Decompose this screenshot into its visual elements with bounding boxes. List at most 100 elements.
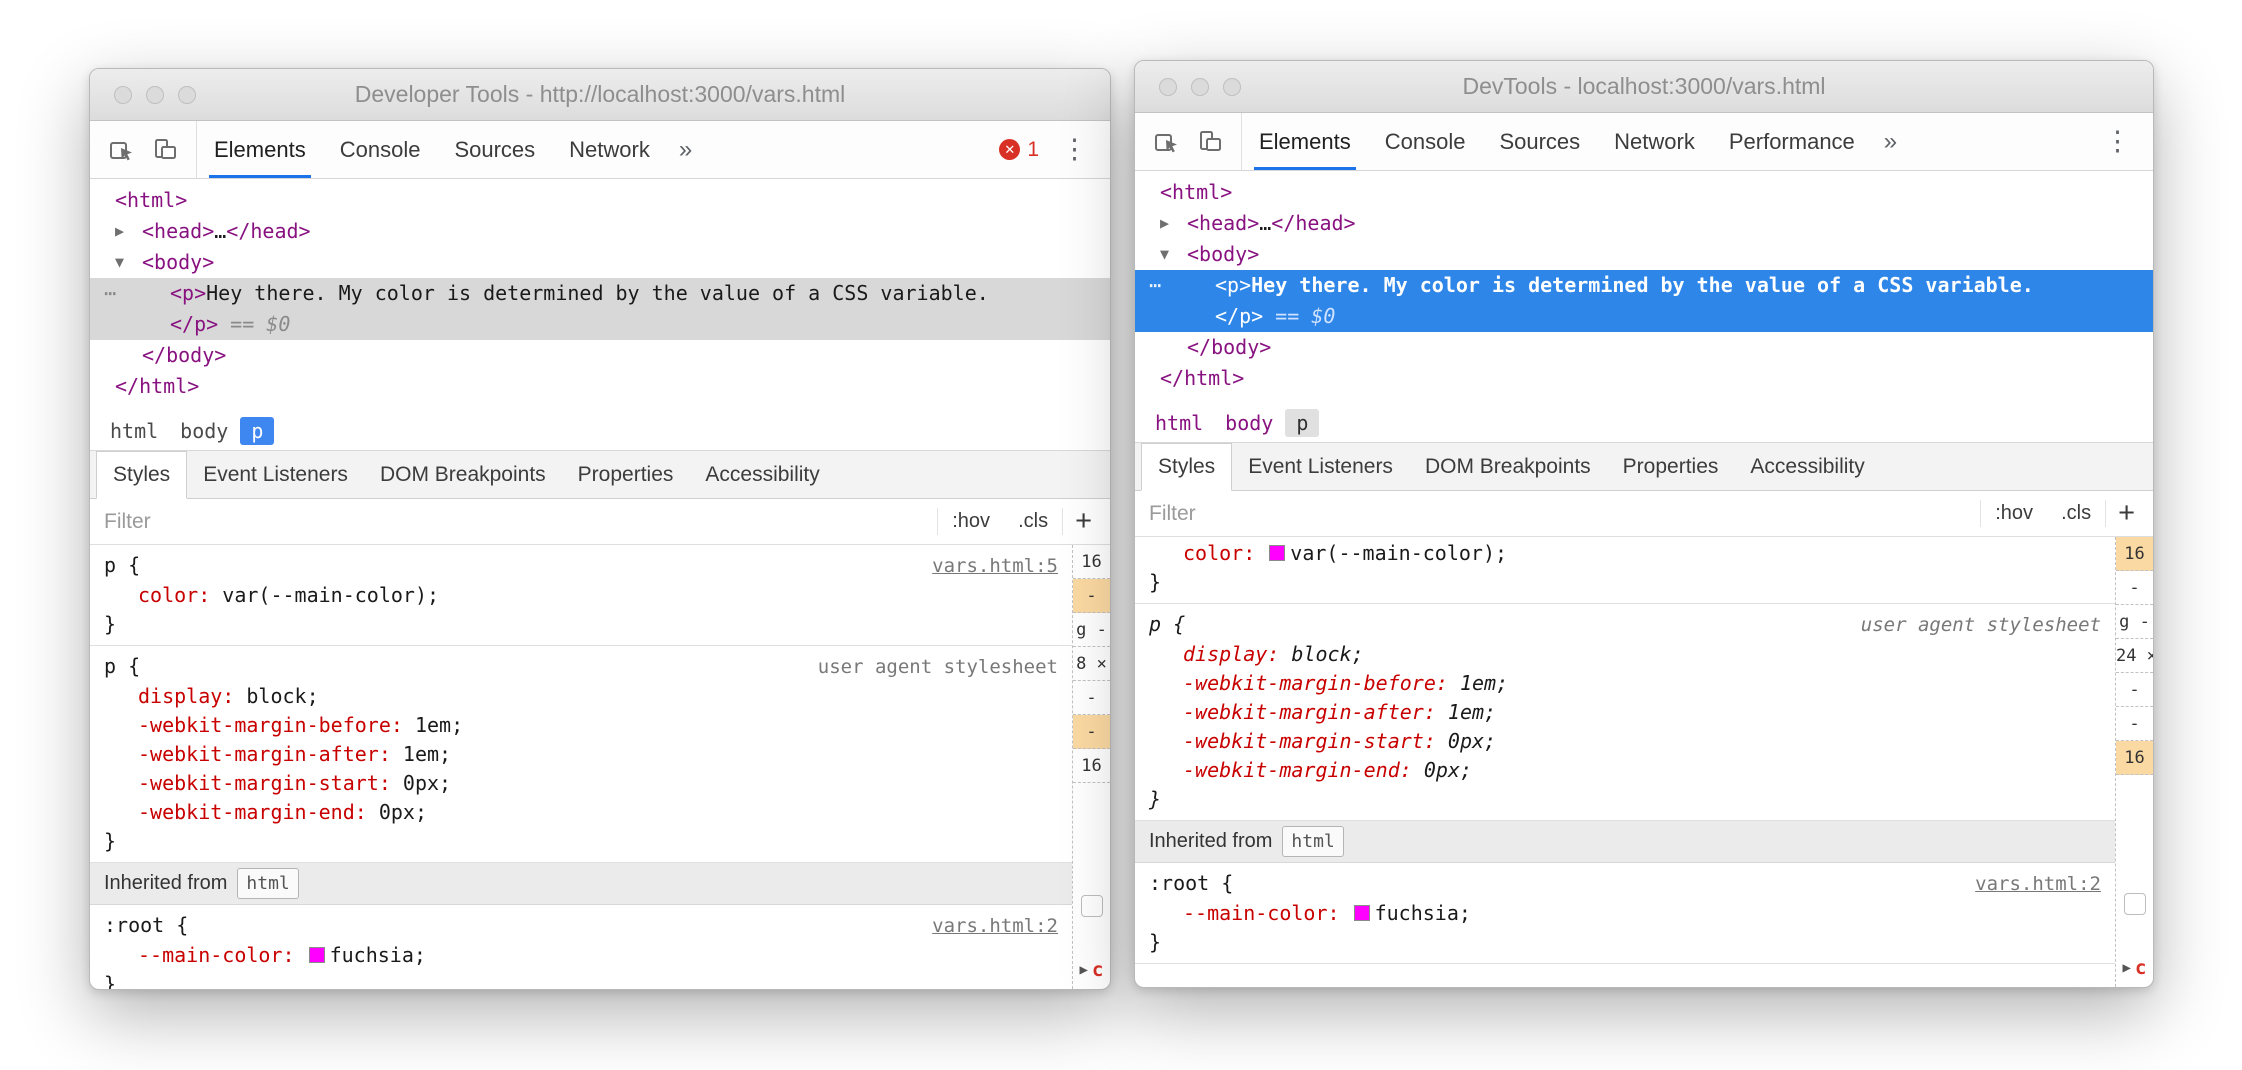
tab-properties[interactable]: Properties xyxy=(562,451,690,498)
expand-arrow-icon[interactable]: ▶ xyxy=(115,216,142,247)
tab-elements[interactable]: Elements xyxy=(1242,113,1368,170)
css-declaration[interactable]: -webkit-margin-start: 0px; xyxy=(1149,727,2101,756)
tab-performance[interactable]: Performance xyxy=(1712,113,1872,170)
tab-dom-breakpoints[interactable]: DOM Breakpoints xyxy=(364,451,562,498)
tab-properties[interactable]: Properties xyxy=(1607,443,1735,490)
dom-node-body-close[interactable]: </body> xyxy=(1135,332,2153,363)
toggle-class-button[interactable]: .cls xyxy=(2047,500,2105,528)
node-options-icon[interactable]: ⋯ xyxy=(104,278,117,309)
inspect-element-icon[interactable] xyxy=(104,133,138,167)
style-rule-root[interactable]: :root {vars.html:2 --main-color: fuchsia… xyxy=(90,905,1072,989)
stylesheet-link[interactable]: vars.html:2 xyxy=(1975,870,2101,899)
kebab-menu-icon[interactable]: ⋮ xyxy=(2098,126,2137,157)
expand-section-icon[interactable]: ▶ xyxy=(1080,962,1088,978)
tab-styles[interactable]: Styles xyxy=(1141,443,1232,491)
css-declaration[interactable]: -webkit-margin-before: 1em; xyxy=(104,711,1058,740)
dom-node-p-open[interactable]: <p>Hey there. My color is determined by … xyxy=(1135,270,2153,301)
dom-node-html-close[interactable]: </html> xyxy=(1135,363,2153,394)
device-toolbar-icon[interactable] xyxy=(148,133,182,167)
minimize-window-button[interactable] xyxy=(146,86,164,104)
minimize-window-button[interactable] xyxy=(1191,78,1209,96)
inherited-node-link[interactable]: html xyxy=(237,868,298,899)
breadcrumb-html[interactable]: html xyxy=(1145,409,1213,437)
titlebar[interactable]: Developer Tools - http://localhost:3000/… xyxy=(90,69,1110,121)
error-badge[interactable]: ✕ 1 xyxy=(999,138,1039,162)
css-declaration[interactable]: -webkit-margin-before: 1em; xyxy=(1149,669,2101,698)
css-declaration[interactable]: --main-color: fuchsia; xyxy=(104,941,1058,970)
dom-node-html-open[interactable]: <html> xyxy=(90,185,1110,216)
stylesheet-link[interactable]: vars.html:2 xyxy=(932,912,1058,941)
tab-accessibility[interactable]: Accessibility xyxy=(689,451,835,498)
style-rule-p-authored[interactable]: p {vars.html:5 color: var(--main-color);… xyxy=(1135,537,2115,604)
tab-network[interactable]: Network xyxy=(1597,113,1712,170)
style-rule-root[interactable]: :root {vars.html:2 --main-color: fuchsia… xyxy=(1135,863,2115,964)
collapse-arrow-icon[interactable]: ▼ xyxy=(1160,239,1187,270)
color-swatch[interactable] xyxy=(1354,905,1370,921)
toggle-class-button[interactable]: .cls xyxy=(1004,508,1062,536)
selected-dom-node[interactable]: ⋯ <p>Hey there. My color is determined b… xyxy=(1135,270,2153,332)
tab-event-listeners[interactable]: Event Listeners xyxy=(187,451,364,498)
zoom-window-button[interactable] xyxy=(1223,78,1241,96)
new-style-rule-button[interactable]: + xyxy=(1062,508,1110,536)
css-declaration[interactable]: -webkit-margin-end: 0px; xyxy=(104,798,1058,827)
toggle-hover-state-button[interactable]: :hov xyxy=(1980,500,2047,528)
style-rule-p-useragent[interactable]: p {user agent stylesheet display: block;… xyxy=(90,646,1072,863)
node-options-icon[interactable]: ⋯ xyxy=(1149,270,1162,301)
tab-console[interactable]: Console xyxy=(1368,113,1483,170)
css-declaration[interactable]: -webkit-margin-after: 1em; xyxy=(104,740,1058,769)
breadcrumb-p-selected[interactable]: p xyxy=(1285,409,1319,437)
dom-node-p-open[interactable]: <p>Hey there. My color is determined by … xyxy=(90,278,1110,309)
selected-dom-node[interactable]: ⋯ <p>Hey there. My color is determined b… xyxy=(90,278,1110,340)
dom-node-head[interactable]: ▶<head>…</head> xyxy=(1135,208,2153,239)
breadcrumb-p-selected[interactable]: p xyxy=(240,417,274,445)
inherited-node-link[interactable]: html xyxy=(1282,826,1343,857)
titlebar[interactable]: DevTools - localhost:3000/vars.html xyxy=(1135,61,2153,113)
breadcrumb-html[interactable]: html xyxy=(100,417,168,445)
zoom-window-button[interactable] xyxy=(178,86,196,104)
filter-input[interactable] xyxy=(104,510,937,534)
stylesheet-link[interactable]: vars.html:5 xyxy=(932,552,1058,581)
css-declaration[interactable]: -webkit-margin-start: 0px; xyxy=(104,769,1058,798)
dom-node-html-close[interactable]: </html> xyxy=(90,371,1110,402)
kebab-menu-icon[interactable]: ⋮ xyxy=(1055,134,1094,165)
inspect-element-icon[interactable] xyxy=(1149,125,1183,159)
tab-sources[interactable]: Sources xyxy=(437,121,552,178)
stylesheet-link[interactable]: vars.html:5 xyxy=(1975,537,2101,539)
dom-node-head[interactable]: ▶<head>…</head> xyxy=(90,216,1110,247)
more-panels-icon[interactable]: » xyxy=(1872,113,1909,170)
more-panels-icon[interactable]: » xyxy=(667,121,704,178)
tab-accessibility[interactable]: Accessibility xyxy=(1734,443,1880,490)
expand-arrow-icon[interactable]: ▶ xyxy=(1160,208,1187,239)
toggle-hover-state-button[interactable]: :hov xyxy=(937,508,1004,536)
dom-node-html-open[interactable]: <html> xyxy=(1135,177,2153,208)
close-window-button[interactable] xyxy=(1159,78,1177,96)
close-window-button[interactable] xyxy=(114,86,132,104)
dom-node-body-close[interactable]: </body> xyxy=(90,340,1110,371)
tab-network[interactable]: Network xyxy=(552,121,667,178)
dom-node-body-open[interactable]: ▼<body> xyxy=(90,247,1110,278)
color-swatch[interactable] xyxy=(309,947,325,963)
css-declaration[interactable]: --main-color: fuchsia; xyxy=(1149,899,2101,928)
tab-event-listeners[interactable]: Event Listeners xyxy=(1232,443,1409,490)
tab-sources[interactable]: Sources xyxy=(1482,113,1597,170)
tab-elements[interactable]: Elements xyxy=(197,121,323,178)
collapse-arrow-icon[interactable]: ▼ xyxy=(115,247,142,278)
device-toolbar-icon[interactable] xyxy=(1193,125,1227,159)
tab-dom-breakpoints[interactable]: DOM Breakpoints xyxy=(1409,443,1607,490)
css-declaration[interactable]: -webkit-margin-end: 0px; xyxy=(1149,756,2101,785)
element-state-checkbox[interactable] xyxy=(1081,895,1103,917)
tab-styles[interactable]: Styles xyxy=(96,451,187,499)
css-declaration[interactable]: display: block; xyxy=(1149,640,2101,669)
dom-node-p-close[interactable]: </p>== $0 xyxy=(90,309,1110,340)
dom-node-body-open[interactable]: ▼<body> xyxy=(1135,239,2153,270)
filter-input[interactable] xyxy=(1149,502,1980,526)
expand-section-icon[interactable]: ▶ xyxy=(2123,960,2131,976)
new-style-rule-button[interactable]: + xyxy=(2105,500,2153,528)
breadcrumb-body[interactable]: body xyxy=(1215,409,1283,437)
element-state-checkbox[interactable] xyxy=(2124,893,2146,915)
style-rule-p-authored[interactable]: p {vars.html:5 color: var(--main-color);… xyxy=(90,545,1072,646)
css-declaration[interactable]: display: block; xyxy=(104,682,1058,711)
css-declaration[interactable]: -webkit-margin-after: 1em; xyxy=(1149,698,2101,727)
tab-console[interactable]: Console xyxy=(323,121,438,178)
breadcrumb-body[interactable]: body xyxy=(170,417,238,445)
